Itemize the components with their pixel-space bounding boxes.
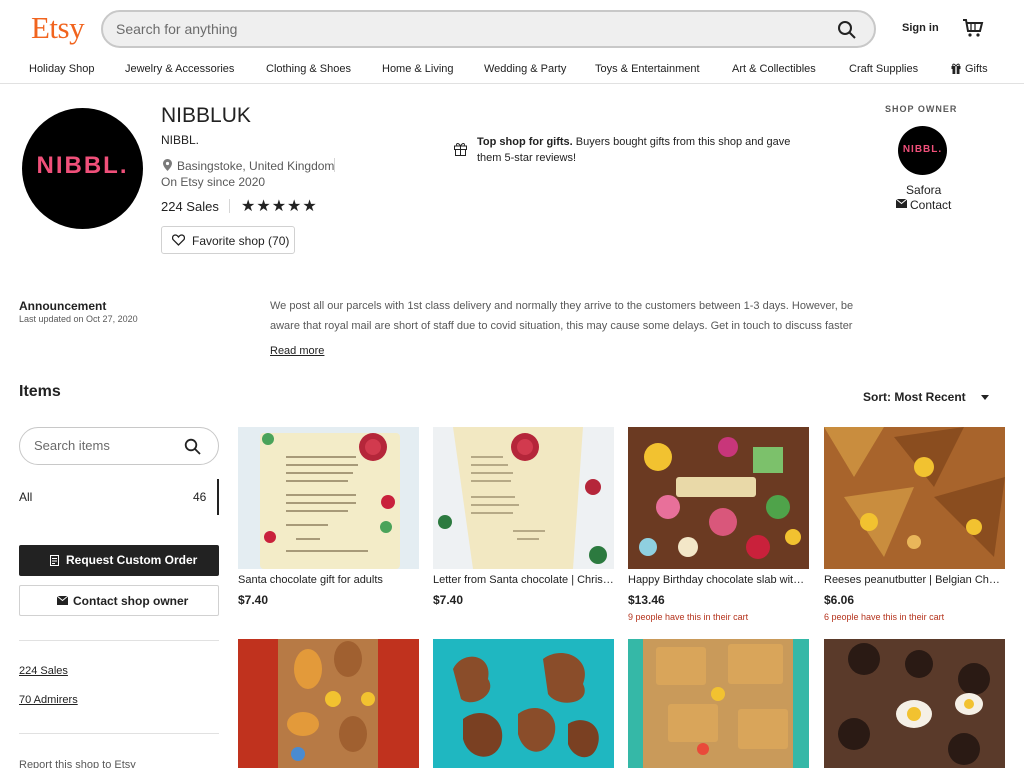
search-bar[interactable]: Search for anything — [101, 10, 876, 48]
items-heading: Items — [19, 383, 61, 400]
top-shop-badge: Top shop for gifts. Buyers bought gifts … — [477, 134, 807, 166]
favorite-shop-button[interactable]: Favorite shop (70) — [161, 226, 295, 254]
read-more-link[interactable]: Read more — [270, 345, 324, 357]
mail-icon — [896, 199, 907, 208]
announcement-title: Announcement — [19, 299, 107, 313]
product-price: $7.40 — [433, 593, 464, 607]
sort-dropdown[interactable]: Sort: Most Recent — [863, 390, 966, 404]
cart-icon[interactable] — [962, 17, 984, 39]
nav-jewelry[interactable]: Jewelry & Accessories — [125, 63, 234, 75]
contact-shop-owner-label: Contact shop owner — [73, 594, 189, 608]
shop-logo: NIBBL. — [22, 108, 143, 229]
product-price: $6.06 — [824, 593, 855, 607]
nav-wedding[interactable]: Wedding & Party — [484, 63, 566, 75]
favorite-shop-label: Favorite shop (70) — [192, 234, 290, 248]
shop-title: NIBBL. — [161, 133, 200, 147]
product-title[interactable]: Happy Birthday chocolate slab with perso… — [628, 574, 809, 586]
admirers-link[interactable]: 70 Admirers — [19, 694, 78, 706]
category-all[interactable]: All — [19, 490, 32, 504]
search-input[interactable]: Search for anything — [116, 21, 237, 37]
search-icon[interactable] — [184, 438, 201, 455]
nav-gifts[interactable]: Gifts — [965, 63, 988, 75]
nav-holiday-shop[interactable]: Holiday Shop — [29, 63, 94, 75]
category-count: 46 — [193, 490, 207, 504]
product-title[interactable]: Santa chocolate gift for adults — [238, 574, 419, 586]
product-image[interactable] — [433, 427, 614, 569]
shop-owner-heading: SHOP OWNER — [885, 104, 958, 114]
shop-since: On Etsy since 2020 — [161, 175, 266, 189]
owner-name[interactable]: Safora — [906, 183, 941, 197]
category-nav: Holiday Shop Jewelry & Accessories Cloth… — [0, 60, 1024, 84]
document-icon — [50, 555, 59, 566]
product-image[interactable] — [628, 639, 809, 768]
rating-stars[interactable]: ★★★★★ — [241, 196, 318, 216]
product-image[interactable] — [824, 427, 1005, 569]
caret-down-icon[interactable] — [981, 395, 989, 400]
top-shop-bold: Top shop for gifts. — [477, 136, 573, 148]
cart-note: 9 people have this in their cart — [628, 612, 749, 622]
heart-icon — [172, 234, 185, 246]
product-image[interactable] — [824, 639, 1005, 768]
nav-craft[interactable]: Craft Supplies — [849, 63, 918, 75]
product-image[interactable] — [238, 639, 419, 768]
cart-note: 6 people have this in their cart — [824, 612, 945, 622]
product-title[interactable]: Letter from Santa chocolate | Christmas … — [433, 574, 614, 586]
product-image[interactable] — [628, 427, 809, 569]
nav-clothing[interactable]: Clothing & Shoes — [266, 63, 351, 75]
request-custom-order-button[interactable]: Request Custom Order — [19, 545, 219, 576]
announcement-date: Last updated on Oct 27, 2020 — [19, 314, 138, 324]
divider — [19, 733, 219, 734]
gift-icon — [454, 143, 467, 156]
nav-toys[interactable]: Toys & Entertainment — [595, 63, 700, 75]
product-image[interactable] — [433, 639, 614, 768]
mail-icon — [57, 596, 68, 605]
gift-icon — [951, 63, 961, 74]
product-title[interactable]: Reeses peanutbutter | Belgian Chocolate … — [824, 574, 1005, 586]
shop-logo-text: NIBBL. — [36, 152, 129, 179]
product-price: $13.46 — [628, 593, 665, 607]
owner-avatar-text: NIBBL. — [902, 144, 943, 155]
location-pin-icon — [163, 159, 172, 171]
request-custom-order-label: Request Custom Order — [66, 553, 198, 567]
sales-link[interactable]: 224 Sales — [19, 665, 68, 677]
divider — [229, 199, 230, 213]
shop-location: Basingstoke, United Kingdom — [177, 159, 335, 173]
divider — [19, 640, 219, 641]
search-icon[interactable] — [837, 20, 857, 40]
divider — [334, 158, 335, 172]
shop-sales: 224 Sales — [161, 199, 219, 214]
nav-home-living[interactable]: Home & Living — [382, 63, 454, 75]
report-shop-link[interactable]: Report this shop to Etsy — [19, 759, 136, 768]
announcement-text: We post all our parcels with 1st class d… — [270, 300, 854, 332]
nav-art[interactable]: Art & Collectibles — [732, 63, 816, 75]
etsy-logo[interactable]: Etsy — [31, 10, 85, 46]
search-items-box[interactable]: Search items — [19, 427, 219, 465]
owner-contact-link[interactable]: Contact — [910, 198, 951, 212]
sign-in-link[interactable]: Sign in — [902, 22, 939, 34]
product-image[interactable] — [238, 427, 419, 569]
selected-indicator — [217, 479, 219, 515]
search-items-input[interactable]: Search items — [34, 438, 110, 453]
shop-name: NIBBLUK — [161, 104, 251, 127]
owner-avatar[interactable]: NIBBL. — [898, 126, 947, 175]
product-price: $7.40 — [238, 593, 269, 607]
contact-shop-owner-button[interactable]: Contact shop owner — [19, 585, 219, 616]
